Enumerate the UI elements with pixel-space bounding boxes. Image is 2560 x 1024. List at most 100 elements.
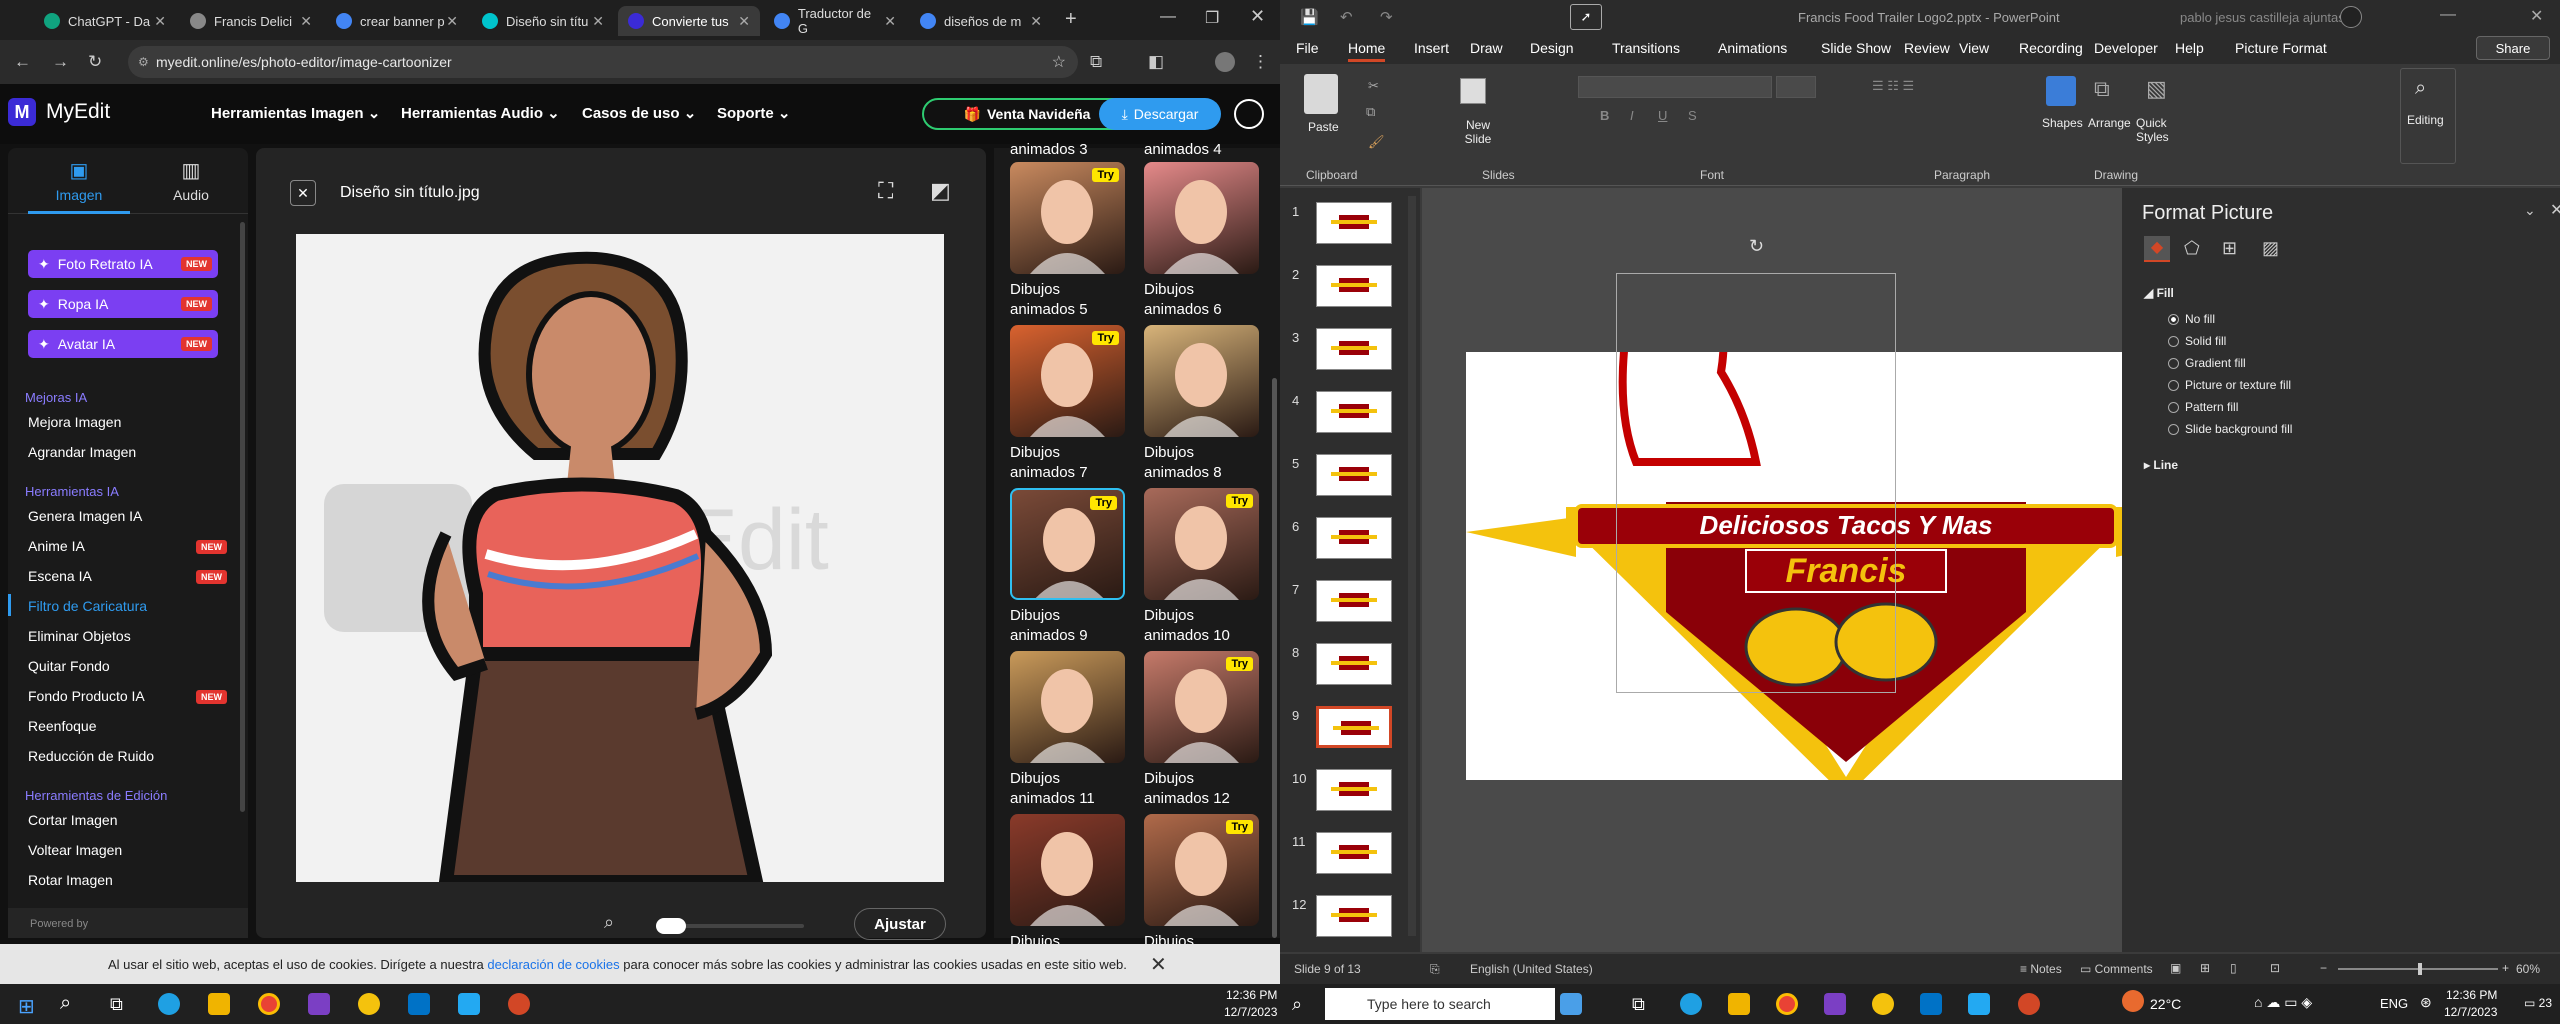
comments-button[interactable]: ▭ Comments: [2080, 962, 2153, 976]
tool-voltear-imagen[interactable]: Voltear Imagen: [28, 842, 122, 858]
slideshow-icon[interactable]: ⊡: [2270, 961, 2280, 975]
ai-button-foto-retrato[interactable]: ✦ Foto Retrato IA NEW: [28, 250, 218, 278]
slide-thumbnail[interactable]: [1316, 832, 1392, 874]
tool-fondo-producto[interactable]: Fondo Producto IA: [28, 688, 145, 704]
account-icon[interactable]: [1234, 99, 1264, 129]
vscode-icon[interactable]: [458, 993, 480, 1015]
visual-studio-icon[interactable]: [1824, 993, 1846, 1015]
browser-tab[interactable]: Diseño sin títu ✕: [472, 6, 614, 36]
taskbar-search-box[interactable]: Type here to search: [1325, 988, 1555, 1020]
shapes-icon[interactable]: [2046, 76, 2076, 106]
myedit-logo[interactable]: M MyEdit: [8, 98, 110, 126]
search-highlight-icon[interactable]: [1560, 993, 1582, 1015]
user-avatar[interactable]: [2340, 6, 2362, 28]
ribbon-tab[interactable]: Picture Format: [2235, 40, 2327, 56]
zoom-slider[interactable]: [656, 918, 804, 934]
rotate-handle-icon[interactable]: ↻: [1749, 236, 1764, 257]
style-thumbnail[interactable]: Try: [1010, 162, 1125, 274]
tool-reenfoque[interactable]: Reenfoque: [28, 718, 97, 734]
file-explorer-icon[interactable]: [1728, 993, 1750, 1015]
fill-option[interactable]: No fill: [2168, 312, 2215, 326]
close-tab-icon[interactable]: ✕: [1030, 13, 1042, 30]
maximize-icon[interactable]: ❐: [1205, 8, 1219, 28]
fill-option[interactable]: Solid fill: [2168, 334, 2226, 348]
slide-thumbnail[interactable]: [1316, 895, 1392, 937]
slide-thumbnail[interactable]: [1316, 769, 1392, 811]
browser-tab[interactable]: Traductor de G ✕: [764, 6, 906, 36]
powerpoint-icon[interactable]: [508, 993, 530, 1015]
language-indicator[interactable]: ENG: [2380, 996, 2408, 1011]
sidebar-scrollbar[interactable]: [240, 222, 245, 812]
picture-tab-icon[interactable]: ▨: [2262, 238, 2279, 259]
fill-section[interactable]: ◢ Fill: [2144, 286, 2174, 300]
profile-avatar[interactable]: [1215, 52, 1235, 72]
app-icon[interactable]: [1872, 993, 1894, 1015]
ribbon-tab[interactable]: Insert: [1414, 40, 1449, 56]
task-view-icon[interactable]: ⧉: [1632, 994, 1645, 1015]
file-explorer-icon[interactable]: [208, 993, 230, 1015]
ribbon-tab[interactable]: Animations: [1718, 40, 1787, 56]
start-icon[interactable]: ⊞: [18, 994, 35, 1019]
ai-button-ropa[interactable]: ✦ Ropa IA NEW: [28, 290, 218, 318]
new-tab-icon[interactable]: +: [1065, 8, 1077, 31]
minimize-icon[interactable]: —: [1160, 8, 1176, 26]
slide-thumbnail[interactable]: [1316, 265, 1392, 307]
line-section[interactable]: ▸ Line: [2144, 458, 2178, 472]
chrome-icon[interactable]: [1776, 993, 1798, 1015]
tool-eliminar-objetos[interactable]: Eliminar Objetos: [28, 628, 131, 644]
style-thumbnail[interactable]: Try: [1144, 488, 1259, 600]
ribbon-tab[interactable]: Draw: [1470, 40, 1503, 56]
format-painter-icon[interactable]: 🖌: [1368, 134, 1385, 150]
style-thumbnail[interactable]: [1144, 325, 1259, 437]
font-name-box[interactable]: [1578, 76, 1772, 98]
tool-filtro-caricatura[interactable]: Filtro de Caricatura: [28, 598, 147, 614]
quick-styles-icon[interactable]: ▧: [2146, 76, 2167, 102]
tool-escena-ia[interactable]: Escena IA: [28, 568, 92, 584]
style-thumbnail[interactable]: Try: [1010, 325, 1125, 437]
chrome-icon[interactable]: [258, 993, 280, 1015]
ribbon-tab[interactable]: View: [1959, 40, 1989, 56]
zoom-out-icon[interactable]: −: [2320, 961, 2327, 975]
spellcheck-icon[interactable]: ⎘: [1430, 962, 1440, 977]
tool-anime-ia[interactable]: Anime IA: [28, 538, 85, 554]
ai-button-avatar[interactable]: ✦ Avatar IA NEW: [28, 330, 218, 358]
zoom-slider[interactable]: [2338, 963, 2498, 975]
browser-tab[interactable]: diseños de m ✕: [910, 6, 1052, 36]
browser-tab[interactable]: Francis Delici ✕: [180, 6, 322, 36]
paste-icon[interactable]: [1304, 74, 1338, 114]
extensions-icon[interactable]: ⧉: [1090, 52, 1102, 72]
clock-date-left[interactable]: 12/7/2023: [1224, 1005, 1277, 1019]
forward-icon[interactable]: →: [52, 52, 69, 72]
style-thumbnail[interactable]: Try: [1010, 488, 1125, 600]
site-info-icon[interactable]: ⚙: [138, 55, 149, 69]
tray-icons[interactable]: ⌂ ☁ ▭ ◈: [2254, 994, 2312, 1011]
menu-herramientas-audio[interactable]: Herramientas Audio ⌄: [401, 104, 560, 122]
tool-quitar-fondo[interactable]: Quitar Fondo: [28, 658, 110, 674]
slide-thumbnail[interactable]: [1316, 454, 1392, 496]
copy-icon[interactable]: ⧉: [1366, 104, 1375, 120]
pane-options-icon[interactable]: ⌄: [2524, 202, 2536, 219]
close-tab-icon[interactable]: ✕: [446, 13, 458, 30]
notification-button[interactable]: ▭ 23: [2524, 996, 2552, 1010]
slide-thumbnail[interactable]: [1316, 202, 1392, 244]
slide-thumbnail[interactable]: [1316, 328, 1392, 370]
normal-view-icon[interactable]: ▣: [2170, 961, 2181, 975]
fill-line-tab-icon[interactable]: ◆: [2144, 236, 2170, 262]
radio-button[interactable]: [2168, 379, 2179, 391]
weather-temp[interactable]: 22°C: [2150, 996, 2181, 1012]
radio-button[interactable]: [2168, 423, 2179, 435]
close-window-icon[interactable]: ✕: [1250, 6, 1265, 27]
slide-thumbnail[interactable]: [1316, 643, 1392, 685]
new-slide-icon[interactable]: [1460, 78, 1486, 104]
size-tab-icon[interactable]: ⊞: [2222, 238, 2237, 259]
slide-thumbnail[interactable]: [1316, 706, 1392, 748]
zoom-slider-handle[interactable]: [656, 918, 686, 934]
radio-button[interactable]: [2168, 357, 2179, 369]
reading-view-icon[interactable]: ▯: [2230, 961, 2237, 975]
ribbon-tab[interactable]: Design: [1530, 40, 1574, 56]
save-icon[interactable]: 💾: [1300, 8, 1319, 26]
share-button[interactable]: Share: [2476, 36, 2550, 60]
search-icon[interactable]: ⌕: [1292, 994, 1302, 1015]
fill-option[interactable]: Gradient fill: [2168, 356, 2246, 370]
tab-imagen[interactable]: ▣ Imagen: [28, 158, 130, 214]
